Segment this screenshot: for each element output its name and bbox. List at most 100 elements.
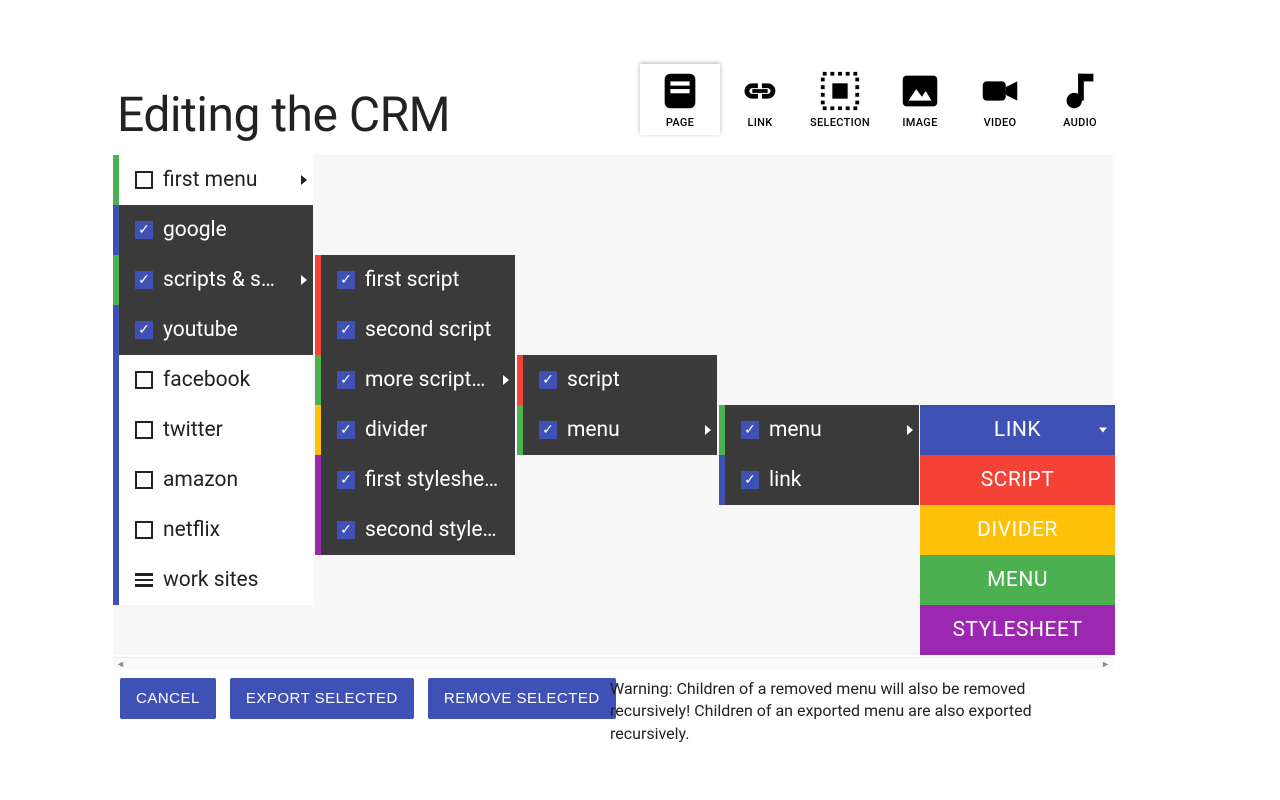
checkbox[interactable]: ✓: [337, 271, 355, 289]
menu-item[interactable]: ✓ first script: [315, 255, 515, 305]
menu-item[interactable]: ✓ divider: [315, 405, 515, 455]
menu-item[interactable]: work sites: [113, 555, 313, 605]
remove-selected-button[interactable]: REMOVE SELECTED: [428, 678, 616, 719]
checkbox[interactable]: [135, 521, 153, 539]
context-tabs: PAGE LINK SELECTION IMAGE VIDEO AUDIO: [640, 64, 1120, 135]
type-option-divider[interactable]: DIVIDER: [920, 505, 1115, 555]
tab-label: LINK: [720, 116, 800, 129]
tab-label: AUDIO: [1040, 116, 1120, 129]
menu-column: ✓ script ✓ menu: [517, 355, 717, 455]
menu-item[interactable]: facebook: [113, 355, 313, 405]
submenu-arrow-icon: [301, 175, 307, 185]
menu-item-label: scripts & s…: [163, 268, 313, 292]
menu-item[interactable]: ✓ google: [113, 205, 313, 255]
tab-label: VIDEO: [960, 116, 1040, 129]
type-option-label: LINK: [994, 418, 1041, 442]
checkbox[interactable]: ✓: [135, 271, 153, 289]
checkbox[interactable]: ✓: [539, 421, 557, 439]
menu-item[interactable]: twitter: [113, 405, 313, 455]
warning-text: Warning: Children of a removed menu will…: [610, 678, 1090, 745]
menu-item-label: more script…: [365, 368, 515, 392]
menu-item[interactable]: ✓ menu: [719, 405, 919, 455]
type-option-label: DIVIDER: [977, 518, 1058, 542]
type-option-label: SCRIPT: [981, 468, 1055, 492]
image-icon: [897, 68, 943, 114]
type-option-label: MENU: [987, 568, 1048, 592]
menu-item[interactable]: first menu: [113, 155, 313, 205]
checkbox[interactable]: [135, 421, 153, 439]
menu-item-label: work sites: [163, 568, 313, 592]
checkbox[interactable]: ✓: [337, 521, 355, 539]
menu-item-label: netflix: [163, 518, 313, 542]
checkbox[interactable]: [135, 371, 153, 389]
tab-label: SELECTION: [800, 116, 880, 129]
menu-item-label: first menu: [163, 168, 313, 192]
submenu-arrow-icon: [301, 275, 307, 285]
menu-item-label: menu: [567, 418, 717, 442]
checkbox[interactable]: ✓: [337, 471, 355, 489]
tab-link[interactable]: LINK: [720, 64, 800, 135]
menu-item-label: google: [163, 218, 313, 242]
menu-item[interactable]: ✓ link: [719, 455, 919, 505]
tab-image[interactable]: IMAGE: [880, 64, 960, 135]
selection-icon: [817, 68, 863, 114]
video-icon: [977, 68, 1023, 114]
audio-icon: [1057, 68, 1103, 114]
menu-item-label: script: [567, 368, 717, 392]
type-option-link[interactable]: LINK: [920, 405, 1115, 455]
page-title: Editing the CRM: [117, 86, 450, 143]
menu-item[interactable]: netflix: [113, 505, 313, 555]
type-option-script[interactable]: SCRIPT: [920, 455, 1115, 505]
hamburger-icon: [135, 573, 153, 587]
checkbox[interactable]: ✓: [539, 371, 557, 389]
tab-label: IMAGE: [880, 116, 960, 129]
menu-item[interactable]: ✓ second script: [315, 305, 515, 355]
menu-item-label: youtube: [163, 318, 313, 342]
checkbox[interactable]: ✓: [337, 321, 355, 339]
menu-item-label: divider: [365, 418, 515, 442]
submenu-arrow-icon: [503, 375, 509, 385]
menu-item-label: link: [769, 468, 919, 492]
export-selected-button[interactable]: EXPORT SELECTED: [230, 678, 414, 719]
menu-column: first menu ✓ google ✓ scripts & s… ✓ youtube fa…: [113, 155, 313, 605]
menu-item[interactable]: ✓ second style…: [315, 505, 515, 555]
submenu-arrow-icon: [907, 425, 913, 435]
link-icon: [737, 68, 783, 114]
tab-label: PAGE: [640, 116, 720, 129]
footer-buttons: CANCEL EXPORT SELECTED REMOVE SELECTED: [120, 678, 616, 719]
menu-item-label: facebook: [163, 368, 313, 392]
checkbox[interactable]: ✓: [135, 321, 153, 339]
menu-item-label: second script: [365, 318, 515, 342]
menu-item-label: amazon: [163, 468, 313, 492]
tab-selection[interactable]: SELECTION: [800, 64, 880, 135]
cancel-button[interactable]: CANCEL: [120, 678, 216, 719]
menu-item-label: menu: [769, 418, 919, 442]
checkbox[interactable]: [135, 171, 153, 189]
tab-audio[interactable]: AUDIO: [1040, 64, 1120, 135]
tab-page[interactable]: PAGE: [640, 64, 720, 135]
menu-item-label: second style…: [365, 518, 515, 542]
checkbox[interactable]: ✓: [135, 221, 153, 239]
menu-item[interactable]: amazon: [113, 455, 313, 505]
menu-column: ✓ menu ✓ link: [719, 405, 919, 505]
checkbox[interactable]: ✓: [337, 421, 355, 439]
menu-item[interactable]: ✓ youtube: [113, 305, 313, 355]
menu-item-label: first styleshe…: [365, 468, 515, 492]
type-option-stylesheet[interactable]: STYLESHEET: [920, 605, 1115, 655]
checkbox[interactable]: ✓: [741, 471, 759, 489]
horizontal-scrollbar[interactable]: ◄►: [113, 657, 1113, 669]
type-option-label: STYLESHEET: [952, 618, 1082, 642]
dropdown-arrow-icon: [1099, 428, 1107, 433]
menu-item[interactable]: ✓ scripts & s…: [113, 255, 313, 305]
menu-item[interactable]: ✓ menu: [517, 405, 717, 455]
page-icon: [657, 68, 703, 114]
checkbox[interactable]: ✓: [337, 371, 355, 389]
menu-item[interactable]: ✓ script: [517, 355, 717, 405]
menu-item[interactable]: ✓ first styleshe…: [315, 455, 515, 505]
tab-video[interactable]: VIDEO: [960, 64, 1040, 135]
menu-item[interactable]: ✓ more script…: [315, 355, 515, 405]
type-option-menu[interactable]: MENU: [920, 555, 1115, 605]
checkbox[interactable]: [135, 471, 153, 489]
menu-item-label: first script: [365, 268, 515, 292]
checkbox[interactable]: ✓: [741, 421, 759, 439]
